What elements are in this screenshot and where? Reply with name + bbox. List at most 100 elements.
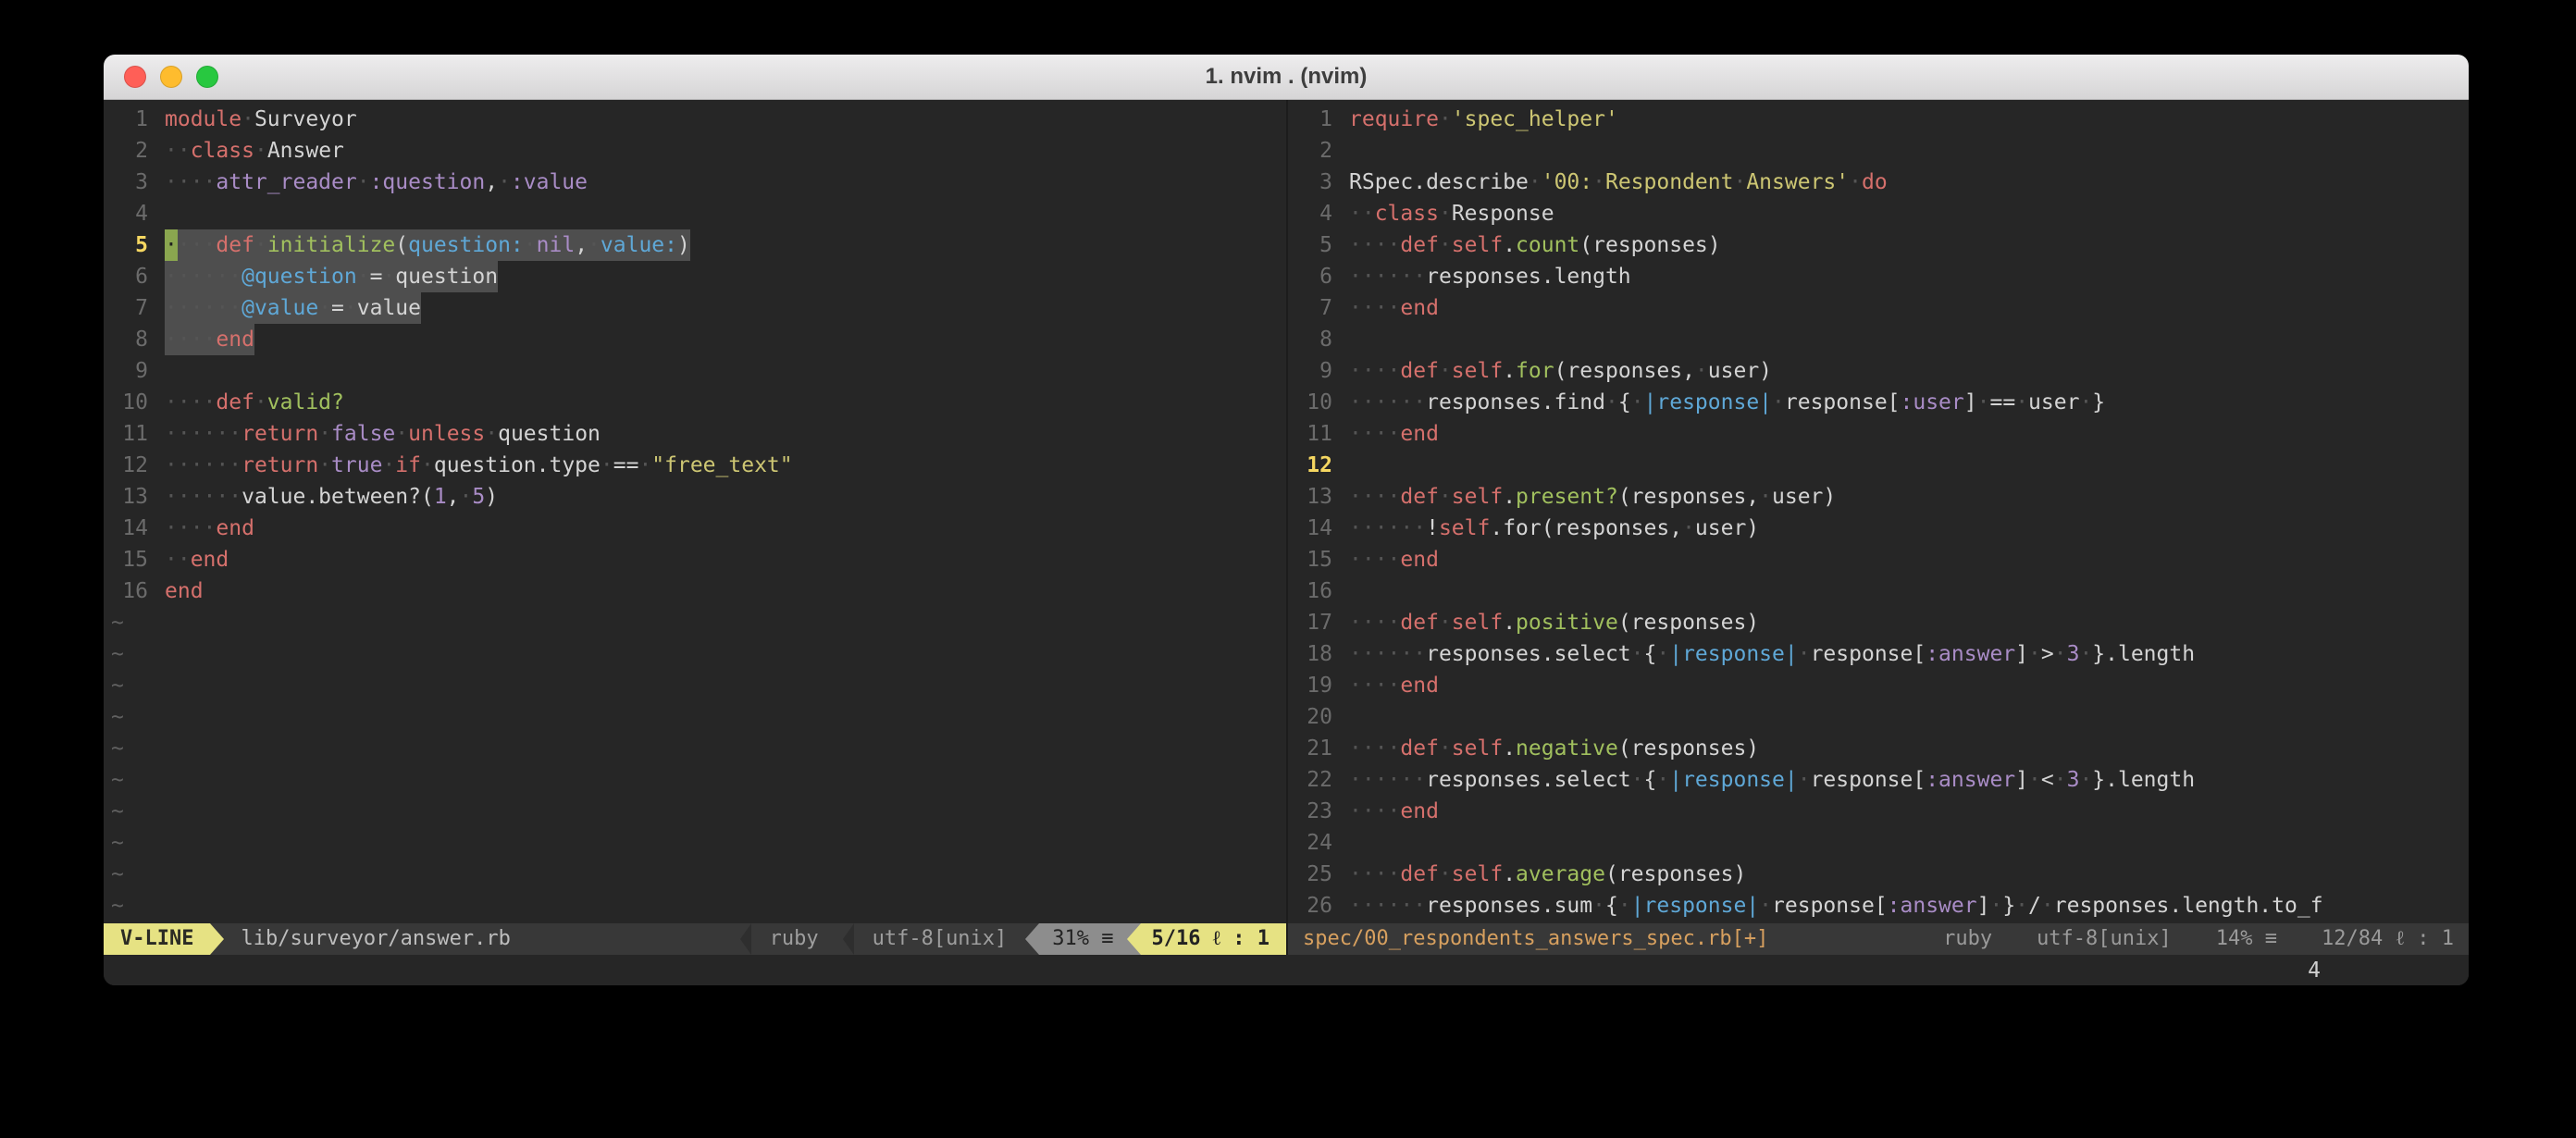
- whitespace-dot: ·: [254, 390, 267, 414]
- code-text[interactable]: ····end: [1349, 418, 1439, 450]
- code-row[interactable]: 13····def·self.present?(responses,·user): [1288, 481, 2469, 513]
- code-row[interactable]: 6······responses.length: [1288, 261, 2469, 292]
- code-text[interactable]: ····def·self.count(responses): [1349, 229, 1721, 261]
- code-text[interactable]: ····def·self.average(responses): [1349, 859, 1746, 890]
- code-row[interactable]: 21····def·self.negative(responses): [1288, 733, 2469, 764]
- code-text[interactable]: ····attr_reader·:question,·:value: [165, 167, 588, 198]
- code-text[interactable]: ······responses.select·{·|response|·resp…: [1349, 638, 2195, 670]
- code-row[interactable]: 4: [104, 198, 1286, 229]
- left-buffer[interactable]: 1module·Surveyor2··class·Answer3····attr…: [104, 100, 1286, 923]
- code-row[interactable]: 16end: [104, 575, 1286, 607]
- empty-buffer-row[interactable]: ~: [104, 796, 1286, 827]
- code-text[interactable]: ····def·self.for(responses,·user): [1349, 355, 1772, 387]
- code-text[interactable]: ····def·self.positive(responses): [1349, 607, 1759, 638]
- empty-buffer-row[interactable]: ~: [104, 638, 1286, 670]
- code-row[interactable]: 8: [1288, 324, 2469, 355]
- code-row[interactable]: 2··class·Answer: [104, 135, 1286, 167]
- code-row[interactable]: 12······return·true·if·question.type·==·…: [104, 450, 1286, 481]
- code-token: {: [1644, 768, 1657, 792]
- line-number: 22: [1288, 764, 1332, 796]
- code-text[interactable]: ····end: [165, 513, 254, 544]
- code-row[interactable]: 9····def·self.for(responses,·user): [1288, 355, 2469, 387]
- code-row[interactable]: 26······responses.sum·{·|response|·respo…: [1288, 890, 2469, 922]
- code-row[interactable]: 10······responses.find·{·|response|·resp…: [1288, 387, 2469, 418]
- code-text[interactable]: ··end: [165, 544, 229, 575]
- code-token: module: [165, 107, 242, 131]
- code-row[interactable]: 18······responses.select·{·|response|·re…: [1288, 638, 2469, 670]
- whitespace-dot: ·: [382, 265, 395, 289]
- code-text[interactable]: ····end: [1349, 796, 1439, 827]
- line-number: 12: [1288, 450, 1332, 481]
- code-text[interactable]: ······!self.for(responses,·user): [1349, 513, 1759, 544]
- code-row[interactable]: 2: [1288, 135, 2469, 167]
- titlebar[interactable]: 1. nvim . (nvim): [104, 55, 2469, 100]
- code-row[interactable]: 9: [104, 355, 1286, 387]
- code-text[interactable]: RSpec.describe·'00:·Respondent·Answers'·…: [1349, 167, 1888, 198]
- code-text[interactable]: ··class·Response: [1349, 198, 1554, 229]
- code-row[interactable]: 12: [1288, 450, 2469, 481]
- code-row[interactable]: 20: [1288, 701, 2469, 733]
- code-token: return: [242, 422, 318, 446]
- code-row[interactable]: 3RSpec.describe·'00:·Respondent·Answers'…: [1288, 167, 2469, 198]
- code-text[interactable]: ····end: [1349, 544, 1439, 575]
- right-buffer[interactable]: 1require·'spec_helper'23RSpec.describe·'…: [1288, 100, 2469, 923]
- code-row[interactable]: 6······@question·=·question: [104, 261, 1286, 292]
- empty-buffer-row[interactable]: ~: [104, 701, 1286, 733]
- code-text[interactable]: ······responses.find·{·|response|·respon…: [1349, 387, 2105, 418]
- code-text[interactable]: ····def·self.negative(responses): [1349, 733, 1759, 764]
- code-row[interactable]: 10····def·valid?: [104, 387, 1286, 418]
- code-text[interactable]: end: [165, 575, 204, 607]
- code-text[interactable]: ····end: [1349, 670, 1439, 701]
- code-row[interactable]: 19····end: [1288, 670, 2469, 701]
- code-text[interactable]: ····end: [1349, 292, 1439, 324]
- code-text[interactable]: require·'spec_helper': [1349, 104, 1618, 135]
- code-text[interactable]: ······return·false·unless·question: [165, 418, 601, 450]
- code-text[interactable]: ····def·self.present?(responses,·user): [1349, 481, 1836, 513]
- code-row[interactable]: 5····def·initialize(question:·nil,·value…: [104, 229, 1286, 261]
- code-row[interactable]: 8····end: [104, 324, 1286, 355]
- code-row[interactable]: 11······return·false·unless·question: [104, 418, 1286, 450]
- code-row[interactable]: 23····end: [1288, 796, 2469, 827]
- empty-buffer-row[interactable]: ~: [104, 607, 1286, 638]
- empty-buffer-row[interactable]: ~: [104, 890, 1286, 922]
- code-text[interactable]: ······value.between?(1,·5): [165, 481, 498, 513]
- code-row[interactable]: 5····def·self.count(responses): [1288, 229, 2469, 261]
- code-text[interactable]: ····def·valid?: [165, 387, 344, 418]
- code-text[interactable]: ······@question·=·question: [165, 261, 498, 292]
- code-token: responses.length.to_f: [2054, 894, 2323, 918]
- code-row[interactable]: 11····end: [1288, 418, 2469, 450]
- code-text[interactable]: module·Surveyor: [165, 104, 357, 135]
- code-text[interactable]: ····end: [165, 324, 254, 355]
- code-row[interactable]: 15··end: [104, 544, 1286, 575]
- code-row[interactable]: 1module·Surveyor: [104, 104, 1286, 135]
- code-row[interactable]: 25····def·self.average(responses): [1288, 859, 2469, 890]
- code-row[interactable]: 24: [1288, 827, 2469, 859]
- code-row[interactable]: 15····end: [1288, 544, 2469, 575]
- code-text[interactable]: ······responses.sum·{·|response|·respons…: [1349, 890, 2323, 922]
- code-text[interactable]: ······return·true·if·question.type·==·"f…: [165, 450, 793, 481]
- empty-buffer-row[interactable]: ~: [104, 670, 1286, 701]
- code-row[interactable]: 7····end: [1288, 292, 2469, 324]
- code-text[interactable]: ····def·initialize(question:·nil,·value:…: [165, 229, 690, 261]
- code-row[interactable]: 17····def·self.positive(responses): [1288, 607, 2469, 638]
- code-token: ==: [613, 453, 639, 477]
- statusline-left[interactable]: V-LINE lib/surveyor/answer.rb ruby utf-8…: [104, 923, 1286, 955]
- code-row[interactable]: 14····end: [104, 513, 1286, 544]
- code-row[interactable]: 4··class·Response: [1288, 198, 2469, 229]
- code-row[interactable]: 16: [1288, 575, 2469, 607]
- empty-buffer-row[interactable]: ~: [104, 859, 1286, 890]
- code-text[interactable]: ··class·Answer: [165, 135, 344, 167]
- code-text[interactable]: ······responses.select·{·|response|·resp…: [1349, 764, 2195, 796]
- empty-buffer-row[interactable]: ~: [104, 733, 1286, 764]
- code-text[interactable]: ······@value·=·value: [165, 292, 421, 324]
- empty-buffer-row[interactable]: ~: [104, 764, 1286, 796]
- code-text[interactable]: ······responses.length: [1349, 261, 1631, 292]
- code-row[interactable]: 13······value.between?(1,·5): [104, 481, 1286, 513]
- statusline-right[interactable]: spec/00_respondents_answers_spec.rb[+] r…: [1288, 923, 2469, 955]
- code-row[interactable]: 3····attr_reader·:question,·:value: [104, 167, 1286, 198]
- code-row[interactable]: 7······@value·=·value: [104, 292, 1286, 324]
- code-row[interactable]: 22 ······responses.select·{·|response|·re…: [1288, 764, 2469, 796]
- code-row[interactable]: 14······!self.for(responses,·user): [1288, 513, 2469, 544]
- empty-buffer-row[interactable]: ~: [104, 827, 1286, 859]
- code-row[interactable]: 1require·'spec_helper': [1288, 104, 2469, 135]
